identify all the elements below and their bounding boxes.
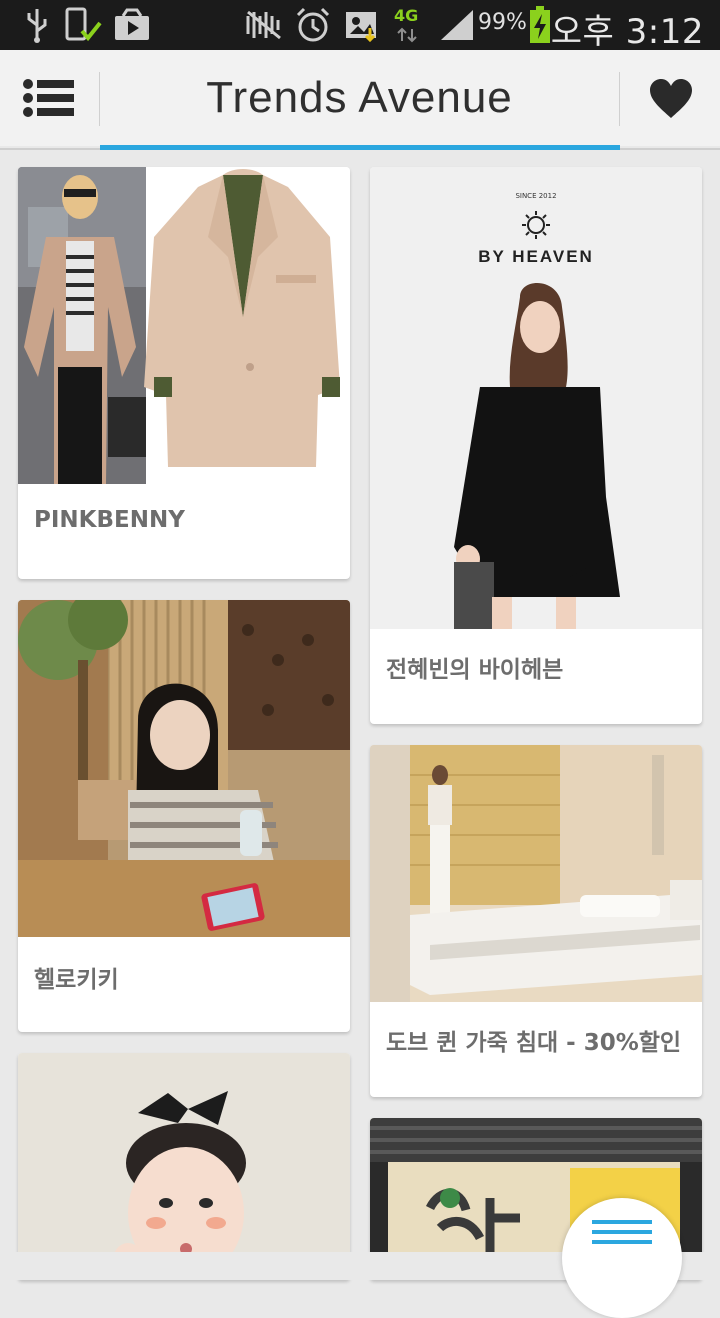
product-card[interactable]: PINKBENNY — [18, 167, 350, 579]
product-card[interactable]: 도브 퀸 가죽 침대 - 30%할인 — [370, 745, 702, 1097]
product-title: 헬로키키 — [34, 967, 119, 993]
product-image — [370, 745, 702, 1002]
product-image: SINCE 2012 BY HEAVEN — [370, 167, 702, 629]
product-image — [18, 600, 350, 937]
heart-icon[interactable] — [648, 78, 694, 120]
usb-icon — [22, 6, 52, 44]
product-card[interactable] — [18, 1053, 350, 1280]
battery-percent: 99% — [478, 10, 527, 35]
signal-icon — [438, 6, 476, 44]
data-arrows-icon — [396, 26, 418, 44]
product-title: 전혜빈의 바이헤븐 — [386, 657, 564, 683]
status-bar: 4G 99% 오후 3:12 — [0, 0, 720, 52]
fab-line — [592, 1230, 652, 1234]
product-image — [18, 167, 350, 484]
page-title: Trends Avenue — [206, 73, 513, 122]
play-store-icon — [112, 6, 152, 44]
product-card[interactable]: 헬로키키 — [18, 600, 350, 1032]
product-title: 도브 퀸 가죽 침대 - 30%할인 — [386, 1030, 682, 1056]
brand-name: BY HEAVEN — [478, 247, 594, 266]
network-type: 4G — [394, 6, 419, 25]
brand-since: SINCE 2012 — [515, 192, 557, 200]
scroll-menu-icon[interactable] — [562, 1198, 682, 1318]
fab-line — [592, 1220, 652, 1224]
list-menu-icon[interactable] — [22, 78, 76, 118]
active-tab-indicator — [100, 145, 620, 150]
product-title: PINKBENNY — [34, 507, 185, 533]
clock: 오후 3:12 — [550, 12, 704, 52]
product-image — [18, 1053, 350, 1280]
alarm-icon — [294, 6, 332, 44]
phone-check-icon — [64, 6, 104, 44]
product-card[interactable]: SINCE 2012 BY HEAVEN 전혜빈의 바이헤븐 — [370, 167, 702, 724]
photo-icon — [344, 6, 380, 44]
fab-line — [592, 1240, 652, 1244]
mute-icon — [244, 6, 284, 44]
battery-charging-icon — [528, 6, 552, 44]
header-divider — [619, 72, 620, 126]
